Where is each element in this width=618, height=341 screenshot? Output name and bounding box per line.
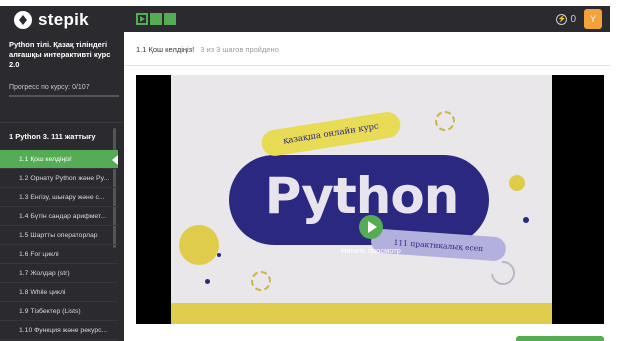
course-title[interactable]: Python тілі. Қазақ тіліндегі алғашқы инт… <box>9 40 121 70</box>
content-divider <box>124 65 610 66</box>
lesson-item-1-7[interactable]: 1.7 Жолдар (str) <box>0 264 118 283</box>
poster-dashed-circle <box>251 271 271 291</box>
course-sidebar: Python тілі. Қазақ тіліндегі алғашқы инт… <box>0 32 124 341</box>
app-window: stepik ⚡ 0 Y Python тілі. Қазақ тіліндег… <box>0 6 618 341</box>
lesson-item-1-5[interactable]: 1.5 Шартты операторлар <box>0 226 118 245</box>
step-2-tile[interactable] <box>150 13 162 25</box>
poster-headline: Python <box>264 167 460 225</box>
play-icon[interactable] <box>359 215 383 239</box>
logo-text: stepik <box>38 10 89 29</box>
play-label[interactable]: Начать просмотр <box>296 246 446 255</box>
poster-ring <box>486 256 520 290</box>
poster-navy-dot <box>523 217 529 223</box>
video-poster: Python қазақша онлайн курс 111 практикал… <box>171 75 552 324</box>
poster-navy-dot <box>205 279 210 284</box>
step-navigation <box>136 13 176 25</box>
lesson-breadcrumb: 1.1 Қош келдіңіз! 3 из 3 шагов пройдено <box>136 45 279 54</box>
lesson-item-1-8[interactable]: 1.8 While циклі <box>0 283 118 302</box>
energy-icon: ⚡ <box>556 13 568 25</box>
video-player[interactable]: Python қазақша онлайн курс 111 практикал… <box>136 75 604 324</box>
section-title[interactable]: 1 Python 3. 111 жаттығу <box>9 132 96 141</box>
lesson-title: 1.1 Қош келдіңіз! <box>136 45 195 54</box>
poster-tag-top-text: қазақша онлайн курс <box>282 121 380 147</box>
next-step-button[interactable] <box>516 336 604 341</box>
poster-yellow-band <box>171 303 552 324</box>
poster-navy-dot <box>217 253 221 257</box>
step-3-tile[interactable] <box>164 13 176 25</box>
poster-tag-bottom: 111 практикалық есеп <box>370 228 507 262</box>
course-progress-bar <box>9 95 119 97</box>
lesson-list: 1.1 Қош келдіңіз! 1.2 Орнату Python және… <box>0 150 118 340</box>
lesson-item-1-1[interactable]: 1.1 Қош келдіңіз! <box>0 150 118 169</box>
stepik-logo[interactable]: stepik <box>14 10 89 30</box>
course-progress-label: Прогресс по курсу: 0/107 <box>9 84 90 91</box>
lesson-item-1-6[interactable]: 1.6 For циклі <box>0 245 118 264</box>
header-tools: ⚡ 0 Y <box>556 9 602 29</box>
poster-yellow-dot <box>509 175 525 191</box>
lesson-item-1-2[interactable]: 1.2 Орнату Python және Py... <box>0 169 118 188</box>
energy-indicator[interactable]: ⚡ 0 <box>556 13 576 25</box>
poster-yellow-circle <box>179 225 219 265</box>
stepik-logo-icon <box>14 11 32 29</box>
energy-count: 0 <box>570 13 576 25</box>
poster-tag-top: қазақша онлайн курс <box>259 110 403 158</box>
sidebar-divider <box>0 122 124 123</box>
lesson-item-1-10[interactable]: 1.10 Функция және рекурс... <box>0 321 118 340</box>
lesson-content: 1.1 Қош келдіңіз! 3 из 3 шагов пройдено … <box>124 32 610 341</box>
poster-dashed-circle <box>435 111 455 131</box>
lesson-item-1-9[interactable]: 1.9 Тізбектер (Lists) <box>0 302 118 321</box>
step-1-video-icon[interactable] <box>136 13 148 25</box>
lesson-item-1-3[interactable]: 1.3 Енгізу, шығару және с... <box>0 188 118 207</box>
right-margin <box>610 6 618 341</box>
avatar[interactable]: Y <box>584 9 602 29</box>
steps-status: 3 из 3 шагов пройдено <box>200 45 279 54</box>
top-navbar: stepik ⚡ 0 Y <box>0 6 610 32</box>
lesson-item-1-4[interactable]: 1.4 Бүтін сандар арифмет... <box>0 207 118 226</box>
